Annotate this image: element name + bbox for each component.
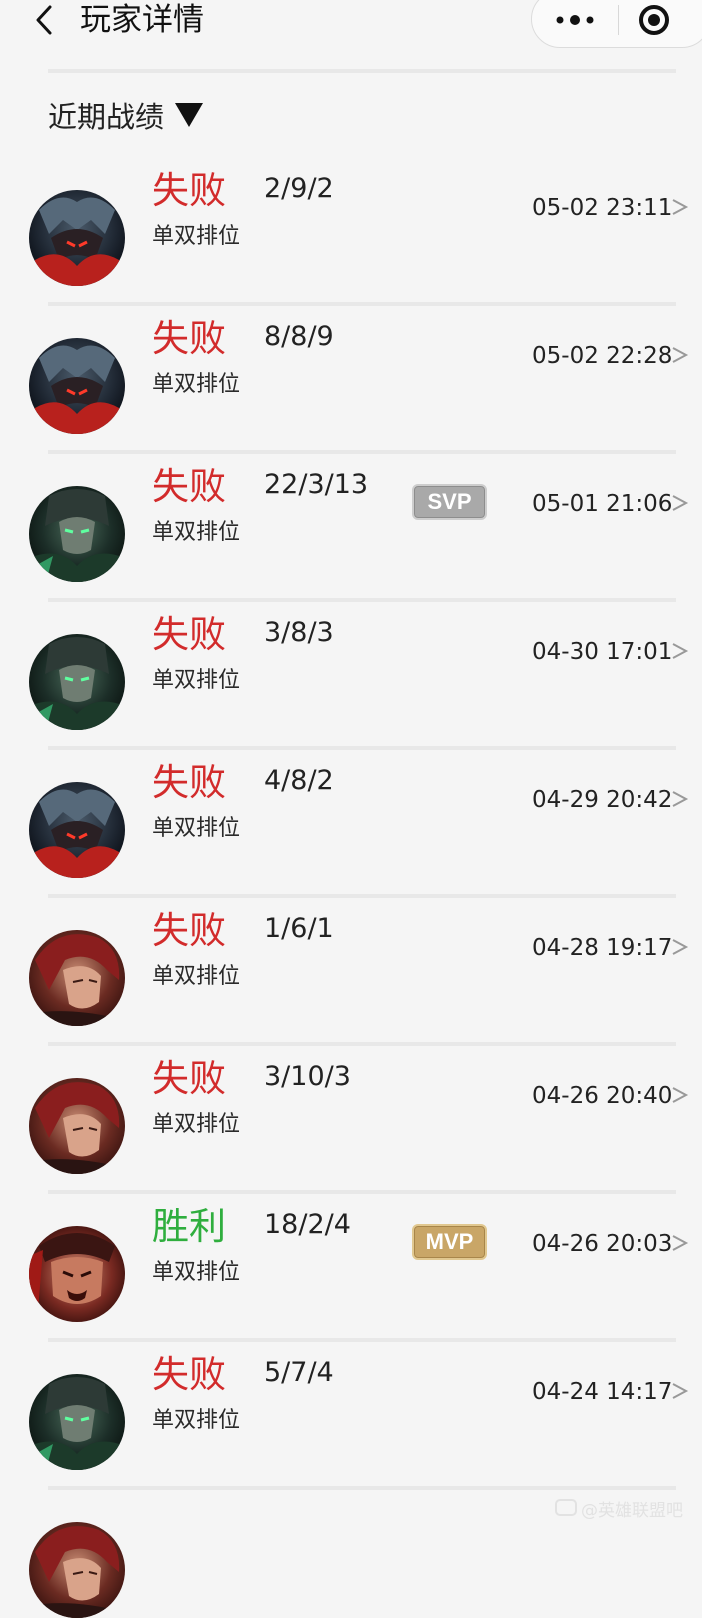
match-mode: 单双排位 (152, 1408, 241, 1433)
champion-avatar (29, 190, 125, 286)
match-mode: 单双排位 (152, 1260, 241, 1285)
match-mode: 单双排位 (152, 1112, 241, 1137)
chevron-right-icon (672, 1383, 689, 1399)
champion-avatar (29, 486, 125, 582)
caret-down-icon (175, 103, 204, 127)
match-kda: 8/8/9 (264, 321, 334, 352)
back-arrow-icon (36, 5, 52, 35)
mini-program-capsule (531, 0, 702, 48)
match-time: 04-24 14:17 (532, 1379, 673, 1405)
champion-avatar (29, 1078, 125, 1174)
chevron-right-icon (672, 791, 689, 807)
match-kda: 3/8/3 (264, 617, 334, 648)
more-dots-icon (556, 15, 594, 25)
close-mini-program-button[interactable] (619, 0, 689, 49)
watermark-text: @英雄联盟吧 (581, 1501, 683, 1521)
match-result: 胜利 (152, 1205, 226, 1248)
match-result: 失败 (152, 465, 226, 508)
champion-avatar (29, 1522, 125, 1618)
champion-avatar (29, 634, 125, 730)
champion-avatar (29, 1226, 125, 1322)
match-row[interactable]: 失败 3/10/3 单双排位 04-26 20:40 (0, 1046, 702, 1194)
match-mode: 单双排位 (152, 964, 241, 989)
chevron-right-icon (672, 199, 689, 215)
match-kda: 4/8/2 (264, 765, 334, 796)
section-title: 近期战绩 (48, 100, 165, 134)
header-divider (48, 69, 676, 73)
svp-badge: SVP (412, 484, 487, 520)
mvp-badge: MVP (412, 1224, 487, 1260)
chat-bubble-icon (555, 1498, 577, 1516)
champion-avatar (29, 1374, 125, 1470)
match-row[interactable]: 失败 4/8/2 单双排位 04-29 20:42 (0, 750, 702, 898)
back-button[interactable] (26, 2, 62, 38)
champion-avatar (29, 338, 125, 434)
match-time: 04-26 20:40 (532, 1083, 673, 1109)
match-kda: 22/3/13 (264, 469, 369, 500)
chevron-right-icon (672, 495, 689, 511)
nav-bar: 玩家详情 (0, 0, 702, 70)
match-time: 05-01 21:06 (532, 491, 673, 517)
row-divider (48, 1486, 676, 1490)
match-kda: 3/10/3 (264, 1061, 351, 1092)
match-row[interactable]: 失败 8/8/9 单双排位 05-02 22:28 (0, 306, 702, 454)
match-time: 05-02 22:28 (532, 343, 673, 369)
page-title: 玩家详情 (80, 2, 204, 38)
match-row[interactable]: 失败 2/9/2 单双排位 05-02 23:11 (0, 158, 702, 306)
match-time: 04-28 19:17 (532, 935, 673, 961)
match-result: 失败 (152, 761, 226, 804)
match-mode: 单双排位 (152, 372, 241, 397)
champion-avatar (29, 930, 125, 1026)
match-mode: 单双排位 (152, 668, 241, 693)
match-mode: 单双排位 (152, 816, 241, 841)
match-row[interactable]: 失败 22/3/13 单双排位 SVP 05-01 21:06 (0, 454, 702, 602)
match-row[interactable]: 胜利 18/2/4 单双排位 MVP 04-26 20:03 (0, 1194, 702, 1342)
target-circle-icon (639, 5, 669, 35)
watermark: @英雄联盟吧 (555, 1496, 683, 1521)
match-row[interactable]: 失败 5/7/4 单双排位 04-24 14:17 (0, 1342, 702, 1490)
match-mode: 单双排位 (152, 520, 241, 545)
match-result: 失败 (152, 1057, 226, 1100)
match-result: 失败 (152, 169, 226, 212)
recent-matches-toggle[interactable]: 近期战绩 (48, 93, 204, 137)
match-result: 失败 (152, 1353, 226, 1396)
more-button[interactable] (532, 0, 618, 49)
chevron-right-icon (672, 1235, 689, 1251)
match-row[interactable]: 失败 1/6/1 单双排位 04-28 19:17 (0, 898, 702, 1046)
match-time: 04-29 20:42 (532, 787, 673, 813)
match-mode: 单双排位 (152, 224, 241, 249)
match-kda: 18/2/4 (264, 1209, 351, 1240)
match-result: 失败 (152, 909, 226, 952)
match-time: 05-02 23:11 (532, 195, 673, 221)
match-kda: 2/9/2 (264, 173, 334, 204)
champion-avatar (29, 782, 125, 878)
chevron-right-icon (672, 939, 689, 955)
match-kda: 1/6/1 (264, 913, 334, 944)
match-result: 失败 (152, 317, 226, 360)
match-time: 04-26 20:03 (532, 1231, 673, 1257)
match-time: 04-30 17:01 (532, 639, 673, 665)
chevron-right-icon (672, 643, 689, 659)
match-row[interactable]: 失败 3/8/3 单双排位 04-30 17:01 (0, 602, 702, 750)
match-result: 失败 (152, 613, 226, 656)
chevron-right-icon (672, 347, 689, 363)
chevron-right-icon (672, 1087, 689, 1103)
match-kda: 5/7/4 (264, 1357, 334, 1388)
